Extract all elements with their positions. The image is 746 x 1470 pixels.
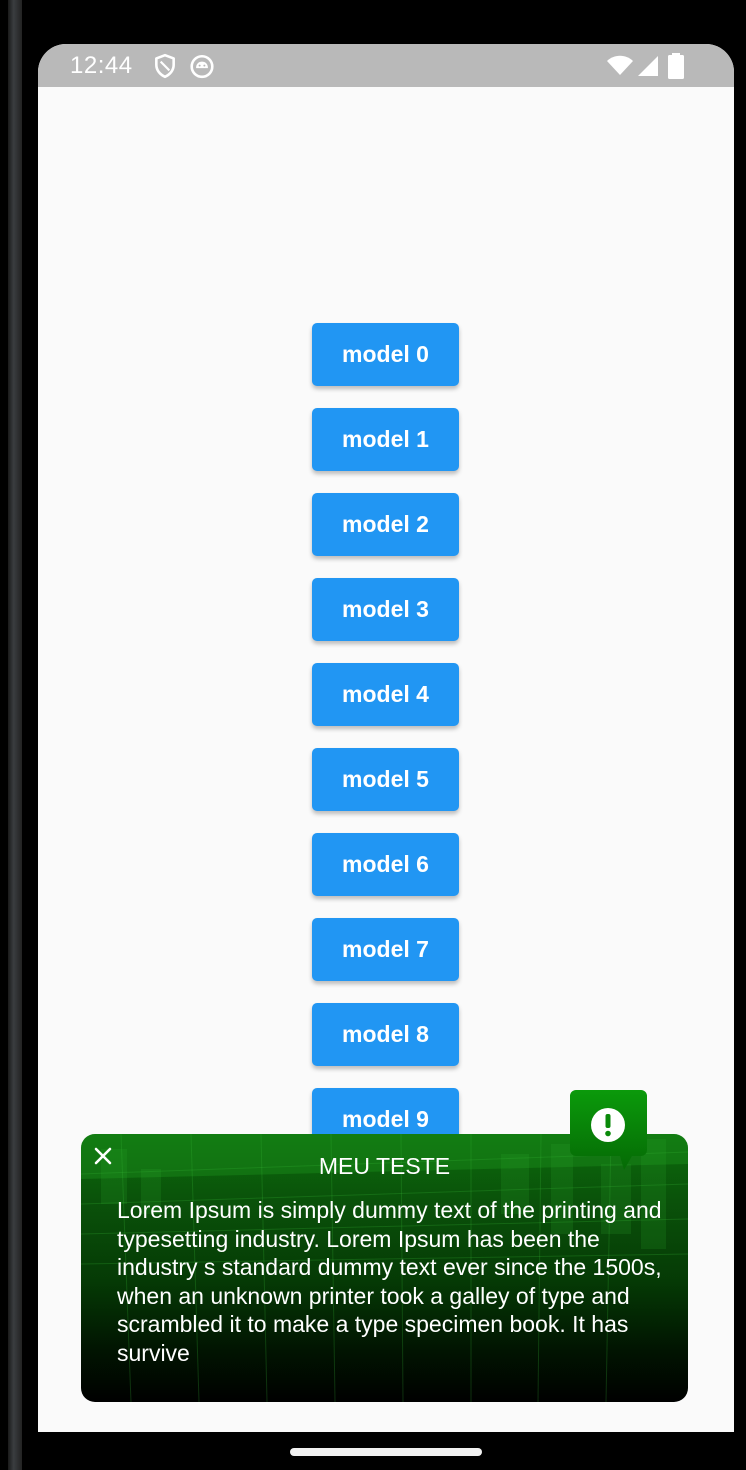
- exclamation-circle-icon: [570, 1090, 647, 1170]
- model-8-button[interactable]: model 8: [312, 1003, 459, 1066]
- main-content: model 0 model 1 model 2 model 3 model 4 …: [38, 87, 734, 1432]
- shield-icon: [155, 53, 175, 79]
- device-bezel: [8, 0, 22, 1470]
- model-4-button[interactable]: model 4: [312, 663, 459, 726]
- model-2-button[interactable]: model 2: [312, 493, 459, 556]
- home-indicator[interactable]: [290, 1448, 482, 1456]
- cellular-signal-icon: [638, 56, 658, 76]
- model-1-button[interactable]: model 1: [312, 408, 459, 471]
- model-7-button[interactable]: model 7: [312, 918, 459, 981]
- screen: 12:44 model 0 model 1 model 2 model 3 mo…: [38, 44, 734, 1432]
- status-time: 12:44: [70, 52, 133, 79]
- snackbar-message: Lorem Ipsum is simply dummy text of the …: [117, 1197, 662, 1366]
- model-6-button[interactable]: model 6: [312, 833, 459, 896]
- model-3-button[interactable]: model 3: [312, 578, 459, 641]
- android-debug-icon: [190, 54, 214, 79]
- status-bar: 12:44: [38, 44, 734, 87]
- model-0-button[interactable]: model 0: [312, 323, 459, 386]
- model-5-button[interactable]: model 5: [312, 748, 459, 811]
- device-frame: 12:44 model 0 model 1 model 2 model 3 mo…: [0, 0, 746, 1470]
- wifi-icon: [607, 55, 633, 75]
- battery-icon: [668, 53, 684, 79]
